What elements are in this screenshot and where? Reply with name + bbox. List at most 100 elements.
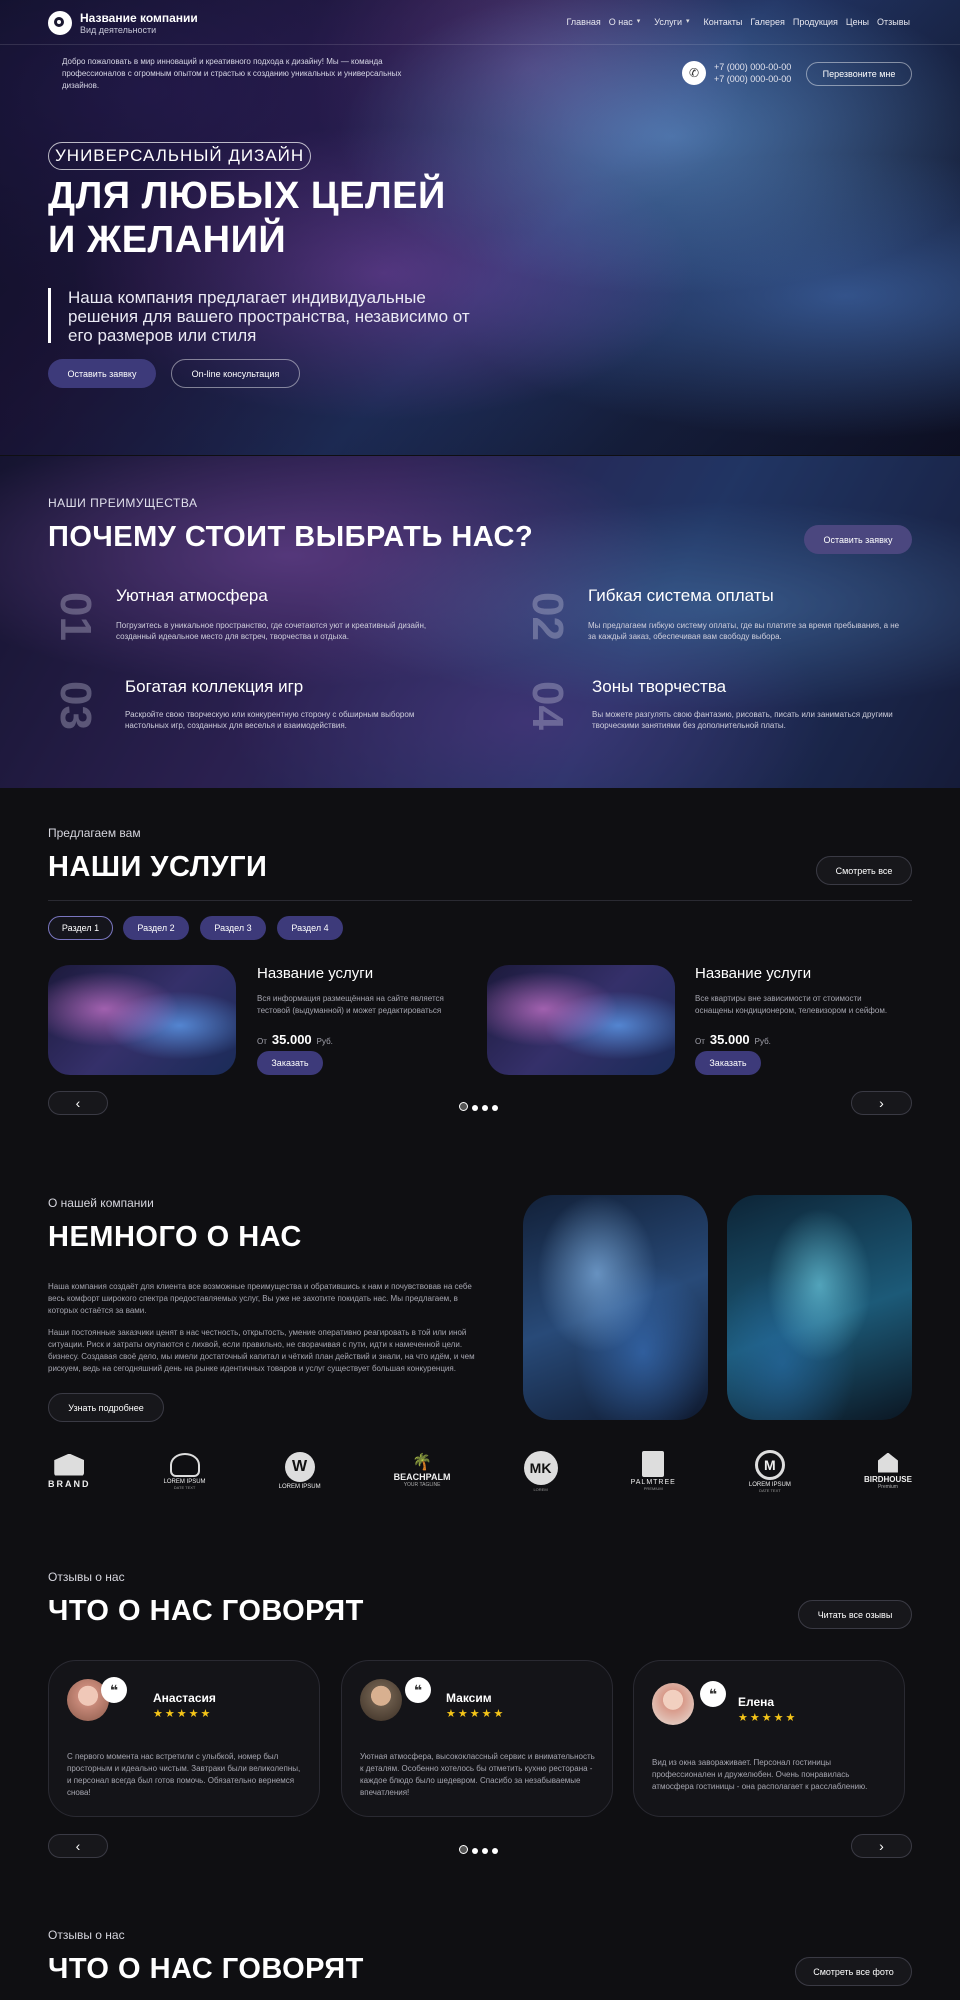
partner-logo-palmtree[interactable]: PALMTREE PREMIUM (631, 1451, 676, 1491)
price-currency: Руб. (754, 1037, 771, 1046)
tab-section-4[interactable]: Раздел 4 (277, 916, 343, 940)
services-section: Предлагаем вам НАШИ УСЛУГИ Смотреть все … (0, 788, 960, 1178)
price-prefix: От (257, 1037, 267, 1046)
callback-button[interactable]: Перезвоните мне (806, 62, 912, 86)
partner-logo-lorem-1[interactable]: LOREM IPSUM DATE TEXT (164, 1452, 206, 1490)
advantage-title-4: Зоны творчества (592, 677, 727, 696)
palm-icon (169, 1452, 200, 1477)
chevron-down-icon[interactable]: ▾ (686, 17, 690, 27)
nav-home[interactable]: Главная (567, 17, 601, 27)
reviews2-eyebrow: Отзывы о нас (48, 1928, 125, 1942)
advantages-request-button[interactable]: Оставить заявку (804, 525, 912, 554)
phone-2[interactable]: +7 (000) 000-00-00 (714, 74, 791, 84)
reviews-next-button[interactable]: › (851, 1834, 912, 1858)
quote-icon: ❝ (700, 1681, 726, 1707)
hero-title-line2: И ЖЕЛАНИЙ (48, 219, 287, 261)
service-order-button-2[interactable]: Заказать (695, 1051, 761, 1075)
reviews-photo-section: Отзывы о нас ЧТО О НАС ГОВОРЯТ Смотреть … (0, 1890, 960, 2000)
partner-logo-birdhouse[interactable]: BIRDHOUSE Premium (864, 1452, 912, 1490)
price-value: 35.000 (271, 1032, 312, 1047)
advantage-text-2: Мы предлагаем гибкую систему оплаты, где… (588, 621, 900, 641)
phone-icon[interactable]: ✆ (682, 61, 706, 85)
service-title-2: Название услуги (695, 965, 812, 982)
advantage-text-4: Вы можете разгулять свою фантазию, рисов… (592, 710, 893, 730)
advantage-number-4: 04 (523, 681, 572, 730)
reviews-section: Отзывы о нас ЧТО О НАС ГОВОРЯТ Читать вс… (0, 1560, 960, 1890)
about-image-2 (727, 1195, 912, 1420)
advantages-title: ПОЧЕМУ СТОИТ ВЫБРАТЬ НАС? (48, 521, 534, 553)
reviews-read-all-button[interactable]: Читать все озывы (798, 1600, 912, 1629)
advantage-title-3: Богатая коллекция игр (125, 677, 304, 696)
avatar (652, 1683, 694, 1725)
reviews-prev-button[interactable]: ‹ (48, 1834, 108, 1858)
services-prev-button[interactable]: ‹ (48, 1091, 108, 1115)
reviews2-view-photos-button[interactable]: Смотреть все фото (795, 1957, 912, 1986)
partner-logo-mk[interactable]: MK LOREM (523, 1450, 558, 1492)
palmtree-icon (642, 1451, 665, 1477)
quote-icon: ❝ (405, 1677, 431, 1703)
tab-section-3[interactable]: Раздел 3 (200, 916, 266, 940)
birdhouse-icon (877, 1452, 898, 1473)
review-text: С первого момента нас встретили с улыбко… (67, 1752, 301, 1797)
services-view-all-button[interactable]: Смотреть все (816, 856, 912, 885)
nav-contacts[interactable]: Контакты (704, 17, 743, 27)
tab-section-1[interactable]: Раздел 1 (48, 916, 113, 940)
price-prefix: От (695, 1037, 705, 1046)
hero-title-line1: ДЛЯ ЛЮБЫХ ЦЕЛЕЙ (48, 175, 446, 217)
service-text-1: Вся информация размещённая на сайте явля… (257, 994, 444, 1015)
partner-logo-w[interactable]: W LOREM IPSUM (279, 1452, 321, 1490)
partner-logo-beachpalm[interactable]: 🌴 BEACHPALM YOUR TAGLINE (394, 1454, 451, 1488)
phone-1[interactable]: +7 (000) 000-00-00 (714, 62, 791, 72)
partners-logos: BRAND LOREM IPSUM DATE TEXT W LOREM IPSU… (48, 1446, 912, 1496)
hero-accent-bar (48, 288, 51, 343)
rating-stars: ★★★★★ (738, 1712, 798, 1724)
pagination-dot[interactable] (482, 1105, 488, 1111)
about-paragraph-1: Наша компания создаёт для клиента все во… (48, 1282, 472, 1315)
service-order-button-1[interactable]: Заказать (257, 1051, 323, 1075)
hero-badge: УНИВЕРСАЛЬНЫЙ ДИЗАЙН (48, 142, 312, 170)
partner-logo-m[interactable]: M LOREM IPSUM DATE TEXT (749, 1449, 791, 1493)
advantage-number-2: 02 (523, 592, 572, 641)
nav-prices[interactable]: Цены (846, 17, 869, 27)
reviewer-name: Анастасия (153, 1691, 216, 1705)
advantage-title-2: Гибкая система оплаты (588, 586, 774, 605)
service-price-1: От 35.000 Руб. (257, 1032, 333, 1047)
nav-about[interactable]: О нас (609, 17, 633, 27)
nav-gallery[interactable]: Галерея (750, 17, 785, 27)
advantage-text-3: Раскройте свою творческую или конкурентн… (125, 710, 415, 730)
reviews-eyebrow: Отзывы о нас (48, 1570, 125, 1584)
header-intro: Добро пожаловать в мир инноваций и креат… (62, 57, 402, 90)
pagination-dot[interactable] (492, 1848, 498, 1854)
pagination-dot[interactable] (472, 1848, 478, 1854)
pagination-dot[interactable] (459, 1845, 468, 1855)
company-logo[interactable]: Название компании Вид деятельности (48, 11, 198, 35)
about-title: НЕМНОГО О НАС (48, 1221, 302, 1253)
reviews-title: ЧТО О НАС ГОВОРЯТ (48, 1595, 364, 1627)
service-image-1[interactable] (48, 965, 236, 1075)
about-eyebrow: О нашей компании (48, 1196, 154, 1210)
nav-services[interactable]: Услуги (654, 17, 682, 27)
hero-request-button[interactable]: Оставить заявку (48, 359, 156, 388)
nav-reviews[interactable]: Отзывы (877, 17, 910, 27)
logo-mark-icon (48, 11, 72, 35)
review-card-3: ❝ Елена ★★★★★ Вид из окна завораживает. … (633, 1660, 905, 1817)
main-nav: Главная О нас ▾ Услуги ▾ Контакты Галере… (559, 17, 910, 27)
pagination-dot[interactable] (472, 1105, 478, 1111)
chevron-down-icon[interactable]: ▾ (637, 17, 641, 27)
tab-section-2[interactable]: Раздел 2 (123, 916, 189, 940)
advantage-title-1: Уютная атмосфера (116, 586, 268, 605)
about-more-button[interactable]: Узнать подробнее (48, 1393, 164, 1422)
services-title: НАШИ УСЛУГИ (48, 851, 268, 883)
service-image-2[interactable] (487, 965, 675, 1075)
services-next-button[interactable]: › (851, 1091, 912, 1115)
rating-stars: ★★★★★ (446, 1708, 506, 1720)
company-tagline: Вид деятельности (80, 25, 157, 35)
partner-logo-brand[interactable]: BRAND (48, 1453, 91, 1489)
pagination-dot[interactable] (482, 1848, 488, 1854)
nav-products[interactable]: Продукция (793, 17, 838, 27)
hero-consult-button[interactable]: On-line консультация (171, 359, 300, 388)
hero-description: Наша компания предлагает индивидуальные … (68, 288, 470, 345)
pagination-dot[interactable] (459, 1102, 468, 1112)
services-eyebrow: Предлагаем вам (48, 826, 141, 840)
pagination-dot[interactable] (492, 1105, 498, 1111)
